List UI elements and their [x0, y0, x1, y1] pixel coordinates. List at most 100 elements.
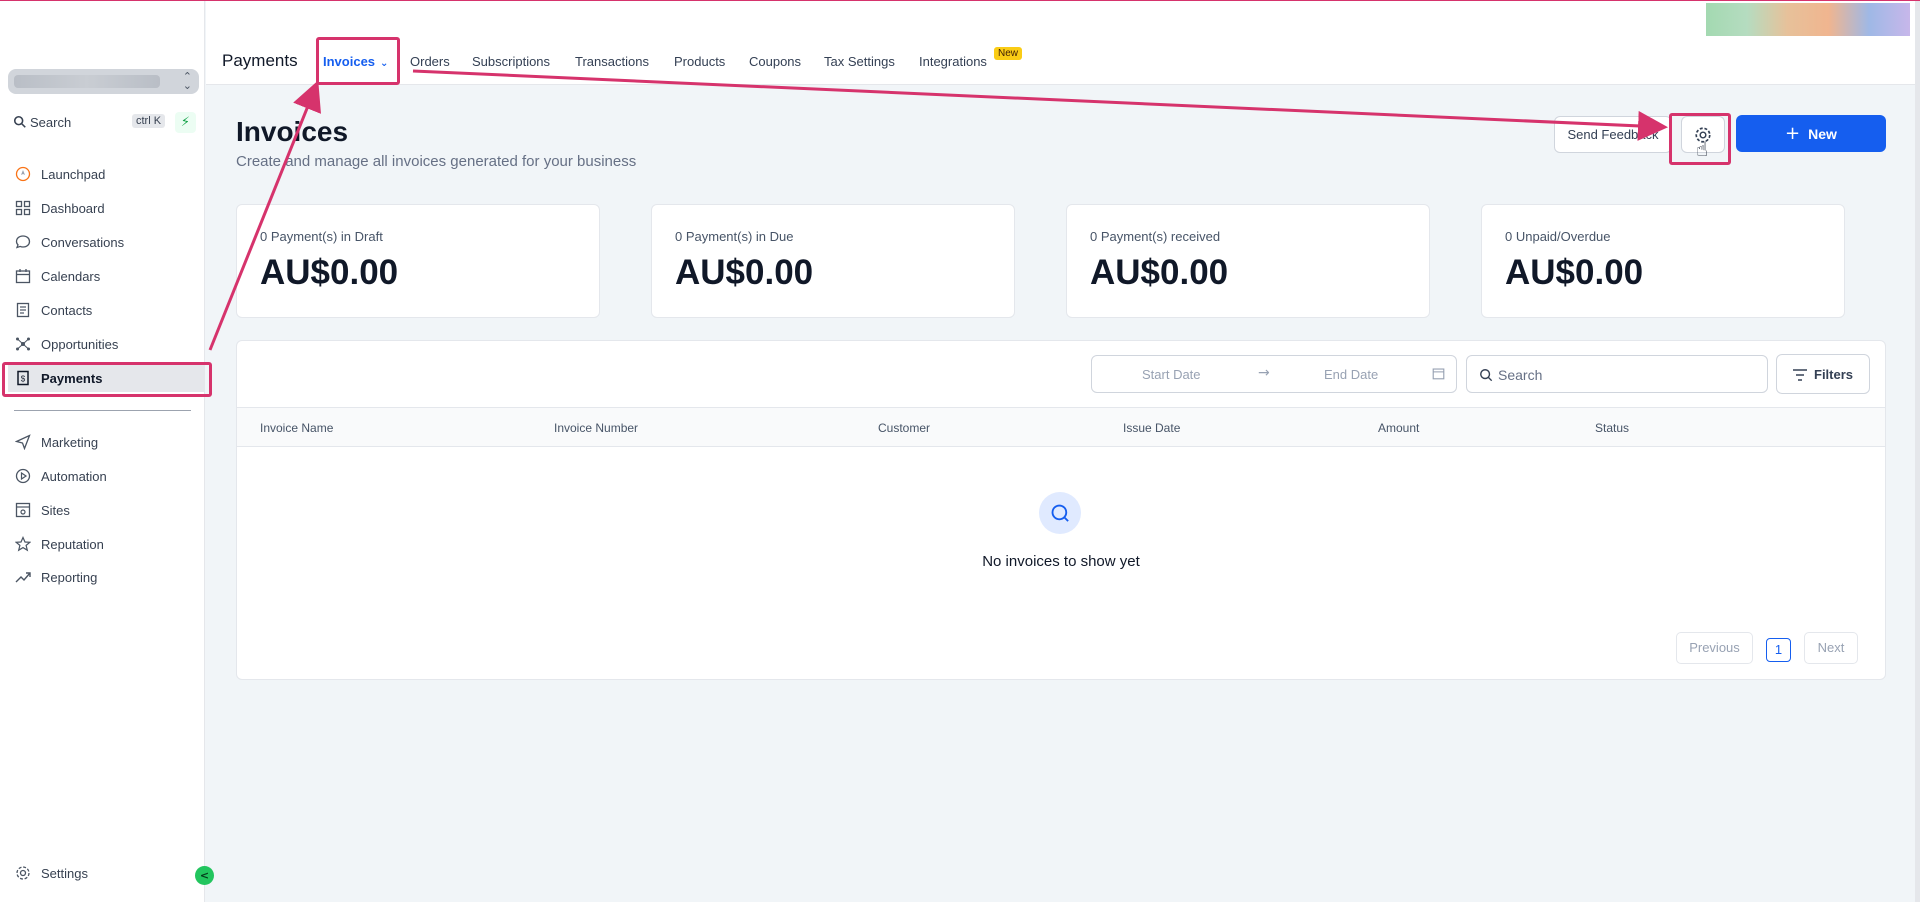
- arrow-right-icon: →: [1258, 365, 1270, 381]
- tab-transactions[interactable]: Transactions: [575, 54, 649, 69]
- search-shortcut-hint: ctrl K: [132, 114, 166, 128]
- sidebar-item-label: Opportunities: [41, 336, 119, 352]
- chat-icon: [15, 235, 31, 249]
- search-icon: [13, 115, 26, 128]
- user-profile-area[interactable]: [1706, 3, 1910, 36]
- stat-label: 0 Payment(s) in Due: [675, 229, 794, 244]
- collapse-sidebar-button[interactable]: <: [195, 866, 214, 885]
- calendar-icon: [15, 269, 31, 284]
- sidebar-search[interactable]: Search ctrl K: [8, 111, 168, 133]
- sidebar: ⌃ ⌄ Search ctrl K ⚡ Launchpad Dashboard C…: [0, 0, 205, 902]
- automation-icon: [15, 468, 31, 484]
- opportunities-icon: [16, 337, 30, 351]
- stat-value: AU$0.00: [675, 253, 814, 292]
- sidebar-item-label: Dashboard: [41, 200, 105, 216]
- annotation-highlight-invoices-tab: [316, 37, 400, 85]
- new-badge: New: [994, 47, 1023, 60]
- column-header-invoice-number[interactable]: Invoice Number: [554, 421, 638, 435]
- end-date-placeholder: End Date: [1324, 367, 1379, 382]
- launchpad-icon: [15, 166, 31, 182]
- top-accent-line: [0, 0, 1920, 1]
- invoice-search-input[interactable]: Search: [1466, 355, 1768, 393]
- stat-card-due: 0 Payment(s) in Due AU$0.00: [651, 204, 1015, 318]
- column-header-status[interactable]: Status: [1595, 421, 1629, 435]
- filter-lines-icon: [1793, 369, 1807, 381]
- new-invoice-button[interactable]: + New: [1736, 115, 1886, 152]
- search-placeholder: Search: [1498, 367, 1543, 383]
- sidebar-divider: [14, 410, 191, 411]
- plus-icon: +: [1785, 123, 1801, 144]
- star-icon: [15, 536, 31, 552]
- new-button-label: New: [1808, 126, 1837, 142]
- sidebar-item-marketing[interactable]: Marketing: [8, 428, 204, 456]
- sidebar-item-automation[interactable]: Automation: [8, 462, 204, 490]
- tab-subscriptions[interactable]: Subscriptions: [472, 54, 550, 69]
- next-page-button[interactable]: Next: [1804, 632, 1858, 664]
- stat-label: 0 Payment(s) received: [1090, 229, 1221, 244]
- sidebar-item-label: Calendars: [41, 268, 101, 284]
- tab-products[interactable]: Products: [674, 54, 725, 69]
- sidebar-item-label: Launchpad: [41, 166, 106, 182]
- sites-icon: [15, 502, 31, 518]
- stat-value: AU$0.00: [1090, 253, 1229, 292]
- tab-coupons[interactable]: Coupons: [749, 54, 801, 69]
- account-name-redacted: [14, 75, 160, 88]
- invoices-table-panel: Start Date → End Date Search Filters Inv…: [236, 340, 1886, 680]
- previous-page-button[interactable]: Previous: [1676, 632, 1753, 664]
- sidebar-item-reporting[interactable]: Reporting: [8, 563, 204, 591]
- sidebar-item-sites[interactable]: Sites: [8, 496, 204, 524]
- empty-state-message: No invoices to show yet: [982, 553, 1140, 570]
- trend-icon: [15, 572, 31, 583]
- sidebar-item-label: Conversations: [41, 234, 125, 250]
- sidebar-item-label: Marketing: [41, 434, 99, 450]
- column-header-amount[interactable]: Amount: [1378, 421, 1419, 435]
- table-header: Invoice Name Invoice Number Customer Iss…: [237, 407, 1885, 447]
- column-header-invoice-name[interactable]: Invoice Name: [260, 421, 333, 435]
- tab-orders[interactable]: Orders: [410, 54, 450, 69]
- filters-button[interactable]: Filters: [1776, 354, 1870, 394]
- stat-value: AU$0.00: [260, 253, 399, 292]
- stat-label: 0 Payment(s) in Draft: [260, 229, 383, 244]
- column-header-issue-date[interactable]: Issue Date: [1123, 421, 1180, 435]
- quick-action-bolt-icon[interactable]: ⚡: [175, 112, 196, 133]
- tab-tax-settings[interactable]: Tax Settings: [824, 54, 895, 69]
- scrollbar[interactable]: [1915, 0, 1920, 902]
- app-title: Payments: [222, 51, 298, 70]
- sidebar-item-contacts[interactable]: Contacts: [8, 296, 204, 324]
- stat-card-draft: 0 Payment(s) in Draft AU$0.00: [236, 204, 600, 318]
- sidebar-item-launchpad[interactable]: Launchpad: [8, 160, 204, 188]
- sidebar-item-opportunities[interactable]: Opportunities: [8, 330, 204, 358]
- sidebar-search-label: Search: [30, 115, 72, 130]
- start-date-placeholder: Start Date: [1142, 367, 1201, 382]
- sidebar-item-label: Automation: [41, 468, 107, 484]
- top-navigation: Payments Invoices ⌄ Orders Subscriptions …: [206, 0, 1920, 85]
- calendar-icon: [1432, 368, 1445, 380]
- chevron-updown-icon: ⌃ ⌄: [182, 70, 192, 92]
- annotation-highlight-payments-item: [2, 362, 212, 397]
- stat-card-received: 0 Payment(s) received AU$0.00: [1066, 204, 1430, 318]
- page-number-current[interactable]: 1: [1766, 638, 1791, 662]
- sidebar-item-calendars[interactable]: Calendars: [8, 262, 204, 290]
- send-feedback-button[interactable]: Send Feedback: [1554, 116, 1672, 153]
- sidebar-item-conversations[interactable]: Conversations: [8, 228, 204, 256]
- sidebar-item-label: Sites: [41, 502, 70, 518]
- search-icon: [1480, 369, 1493, 382]
- stat-label: 0 Unpaid/Overdue: [1505, 229, 1611, 244]
- page-subtitle: Create and manage all invoices generated…: [236, 153, 637, 170]
- empty-search-icon: [1039, 492, 1081, 534]
- sidebar-item-dashboard[interactable]: Dashboard: [8, 194, 204, 222]
- sidebar-item-label: Contacts: [41, 302, 93, 318]
- dashboard-icon: [15, 200, 31, 216]
- mouse-pointer-icon: ☝: [1696, 137, 1709, 161]
- column-header-customer[interactable]: Customer: [878, 421, 930, 435]
- account-switcher[interactable]: ⌃ ⌄: [8, 69, 199, 94]
- filters-label: Filters: [1814, 367, 1854, 382]
- stat-card-overdue: 0 Unpaid/Overdue AU$0.00: [1481, 204, 1845, 318]
- sidebar-item-label: Reporting: [41, 569, 98, 585]
- sidebar-item-settings[interactable]: Settings: [8, 859, 204, 887]
- sidebar-item-reputation[interactable]: Reputation: [8, 530, 204, 558]
- date-range-picker[interactable]: Start Date → End Date: [1091, 355, 1457, 393]
- sidebar-item-label: Reputation: [41, 536, 104, 552]
- tab-integrations[interactable]: Integrations: [919, 54, 987, 69]
- sidebar-item-label: Settings: [41, 865, 88, 881]
